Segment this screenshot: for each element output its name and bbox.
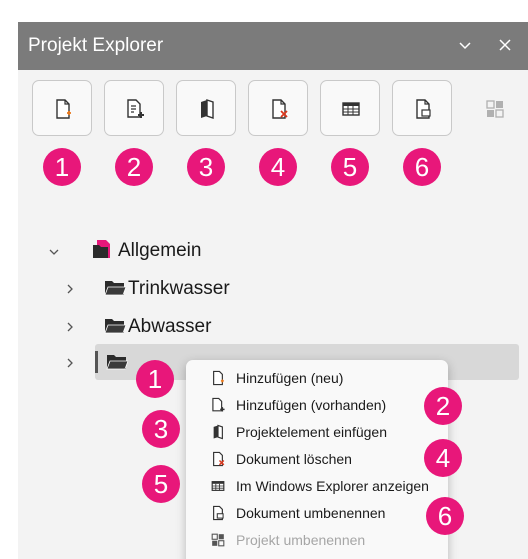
rename-project-button bbox=[464, 80, 524, 136]
delete-document-button[interactable] bbox=[248, 80, 308, 136]
grid-icon bbox=[210, 478, 226, 494]
rename-project-icon bbox=[210, 532, 226, 548]
insert-project-element-button[interactable] bbox=[176, 80, 236, 136]
menu-item-delete-document[interactable]: Dokument löschen bbox=[186, 446, 448, 473]
add-document-icon bbox=[210, 397, 226, 413]
tree-label: Abwasser bbox=[128, 316, 212, 337]
badge-4: 4 bbox=[259, 148, 297, 186]
menu-item-label: Dokument löschen bbox=[236, 451, 352, 467]
menu-item-label: Hinzufügen (vorhanden) bbox=[236, 397, 387, 413]
folder-icon bbox=[104, 279, 127, 297]
tree-label: Trinkwasser bbox=[128, 278, 230, 299]
badge-2: 2 bbox=[115, 148, 153, 186]
menu-badge-6: 6 bbox=[426, 497, 464, 535]
grid-icon bbox=[342, 102, 360, 116]
project-explorer-panel: Projekt Explorer 1 2 3 4 5 6 Allgemein T… bbox=[18, 22, 528, 559]
menu-item-label: Hinzufügen (neu) bbox=[236, 370, 344, 386]
menu-badge-1: 1 bbox=[136, 360, 174, 398]
menu-badge-2: 2 bbox=[424, 387, 462, 425]
titlebar: Projekt Explorer bbox=[18, 22, 528, 70]
badge-3: 3 bbox=[187, 148, 225, 186]
chevron-down-icon[interactable] bbox=[456, 36, 474, 54]
add-new-button[interactable] bbox=[32, 80, 92, 136]
rename-project-icon bbox=[486, 100, 504, 118]
folder-icon bbox=[104, 317, 127, 335]
menu-badge-5: 5 bbox=[142, 465, 180, 503]
rename-document-icon bbox=[210, 505, 226, 521]
add-document-icon bbox=[127, 99, 144, 118]
book-icon bbox=[201, 99, 214, 119]
new-document-icon bbox=[56, 99, 71, 119]
menu-item-label: Projekt umbenennen bbox=[236, 532, 366, 548]
chevron-right-icon[interactable] bbox=[64, 282, 76, 294]
context-menu: Hinzufügen (neu) Hinzufügen (vorhanden) … bbox=[186, 360, 448, 559]
badge-1: 1 bbox=[43, 148, 81, 186]
menu-item-insert-project-element[interactable]: Projektelement einfügen bbox=[186, 419, 448, 446]
delete-document-icon bbox=[210, 451, 226, 467]
project-icon bbox=[92, 240, 114, 258]
tree-item-trinkwasser[interactable]: Trinkwasser bbox=[42, 273, 342, 303]
menu-badge-4: 4 bbox=[424, 439, 462, 477]
show-in-explorer-button[interactable] bbox=[320, 80, 380, 136]
book-icon bbox=[210, 424, 226, 440]
new-document-icon bbox=[210, 370, 226, 386]
window-title: Projekt Explorer bbox=[28, 35, 164, 56]
close-icon[interactable] bbox=[496, 36, 514, 54]
menu-item-label: Projektelement einfügen bbox=[236, 424, 387, 440]
badge-6: 6 bbox=[403, 148, 441, 186]
menu-item-label: Im Windows Explorer anzeigen bbox=[236, 478, 429, 494]
menu-item-add-new[interactable]: Hinzufügen (neu) bbox=[186, 365, 448, 392]
tree-item-abwasser[interactable]: Abwasser bbox=[42, 311, 342, 341]
menu-item-show-in-explorer[interactable]: Im Windows Explorer anzeigen bbox=[186, 473, 448, 500]
menu-item-rename-document[interactable]: Dokument umbenennen bbox=[186, 500, 448, 527]
rename-document-button[interactable] bbox=[392, 80, 452, 136]
badge-5: 5 bbox=[331, 148, 369, 186]
delete-document-icon bbox=[272, 99, 288, 119]
add-existing-button[interactable] bbox=[104, 80, 164, 136]
menu-item-add-existing[interactable]: Hinzufügen (vorhanden) bbox=[186, 392, 448, 419]
tree-item-allgemein[interactable]: Allgemein bbox=[42, 235, 342, 265]
menu-item-label: Dokument umbenennen bbox=[236, 505, 386, 521]
chevron-down-icon[interactable] bbox=[48, 245, 60, 257]
tree-label: Allgemein bbox=[118, 240, 202, 261]
rename-document-icon bbox=[416, 99, 431, 119]
chevron-right-icon[interactable] bbox=[64, 320, 76, 332]
chevron-right-icon[interactable] bbox=[64, 356, 76, 368]
folder-icon bbox=[106, 353, 129, 371]
menu-badge-3: 3 bbox=[142, 410, 180, 448]
menu-item-rename-project: Projekt umbenennen bbox=[186, 527, 448, 554]
